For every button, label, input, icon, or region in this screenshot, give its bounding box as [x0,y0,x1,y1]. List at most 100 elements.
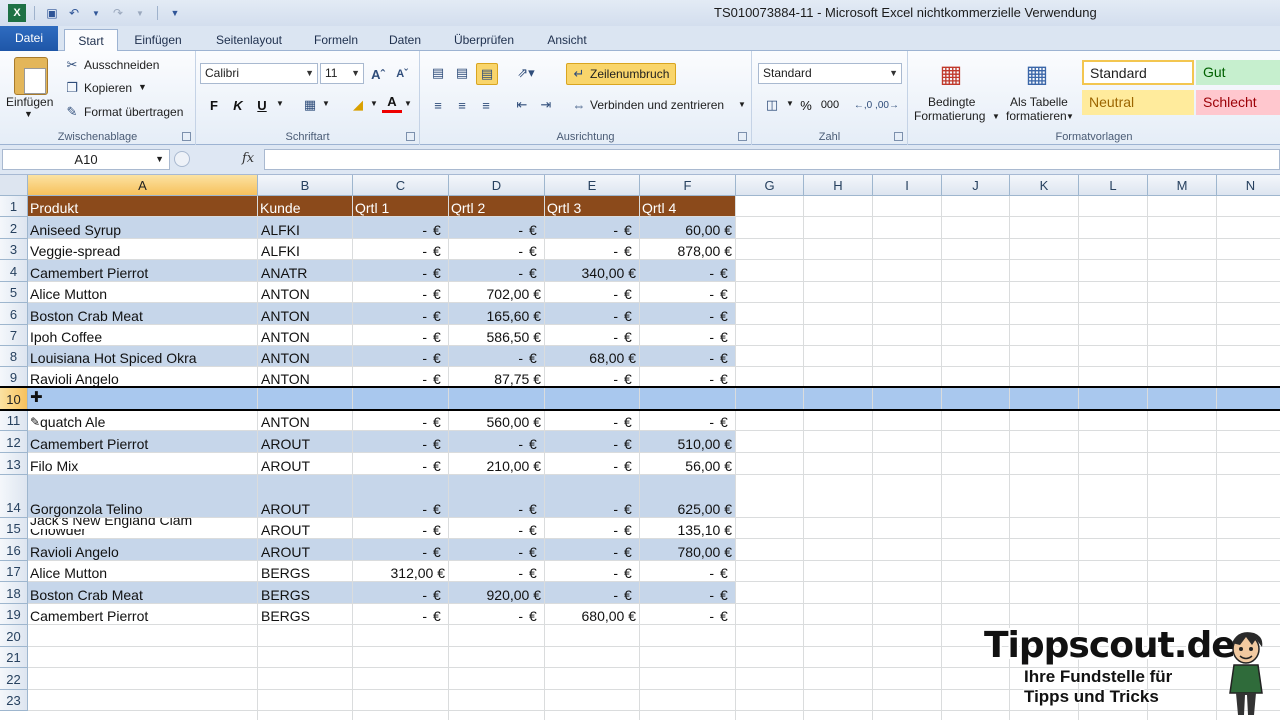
row-header-23[interactable]: 23 [0,690,28,711]
merge-center-button[interactable]: Verbinden und zentrieren [590,98,724,112]
align-top-icon[interactable]: ▤ [428,63,448,83]
cell-produkt[interactable]: Camembert Pierrot [30,604,256,625]
dropdown-icon[interactable]: ▼ [87,4,105,22]
underline-button[interactable]: U [252,95,272,115]
row-header-19[interactable]: 19 [0,604,28,625]
cell-produkt[interactable]: Jack's New England Clam [30,518,256,529]
borders-dropdown-icon[interactable]: ▼ [322,99,330,108]
cond-format-line2[interactable]: Formatierung [914,109,985,123]
cell-quarter-value[interactable]: 625,00 € [640,475,736,518]
column-header-a[interactable]: A [28,175,258,196]
column-header-g[interactable]: G [736,175,804,196]
column-header-c[interactable]: C [353,175,449,196]
cell-quarter-dash[interactable]: - [545,431,622,453]
align-left-icon[interactable]: ≡ [428,95,448,115]
column-header-d[interactable]: D [449,175,545,196]
cell-kunde[interactable]: ANTON [261,303,351,325]
column-header-i[interactable]: I [873,175,942,196]
cell-kunde[interactable]: ANTON [261,410,351,431]
table-header-cell[interactable]: Qrtl 3 [547,196,638,217]
cell-quarter-dash[interactable]: - [353,239,431,260]
cell-kunde[interactable]: AROUT [261,453,351,475]
cell-produkt[interactable]: Camembert Pierrot [30,431,256,453]
cell-quarter-dash[interactable]: - [640,282,718,303]
tab-datei[interactable]: Datei [0,26,58,51]
cell-quarter-dash[interactable]: - [449,539,527,561]
cell-quarter-dash[interactable]: - [353,410,431,431]
format-painter-button[interactable]: Format übertragen [84,105,183,119]
cell-produkt[interactable]: Alice Mutton [30,282,256,303]
row-header-12[interactable]: 12 [0,431,28,453]
cell-quarter-dash[interactable]: - [545,325,622,346]
cell-quarter-dash[interactable]: - [353,367,431,388]
cell-quarter-value[interactable]: 510,00 € [640,431,736,453]
cell-quarter-value[interactable]: 56,00 € [640,453,736,475]
font-color-dropdown-icon[interactable]: ▼ [404,99,412,108]
cell-quarter-dash[interactable]: - [353,475,431,518]
bold-button[interactable]: F [204,95,224,115]
cell-produkt[interactable]: Filo Mix [30,453,256,475]
cell-quarter-dash[interactable]: - [449,260,527,282]
increase-decimal-icon[interactable]: ←,0 [852,95,874,115]
cell-quarter-value[interactable]: 878,00 € [640,239,736,260]
column-header-b[interactable]: B [258,175,353,196]
tab-daten[interactable]: Daten [378,29,432,51]
cell-quarter-value[interactable]: 702,00 € [449,282,545,303]
cell-quarter-dash[interactable]: - [449,346,527,367]
cell-quarter-value[interactable]: 560,00 € [449,410,545,431]
cell-quarter-dash[interactable]: - [353,282,431,303]
row-header-22[interactable]: 22 [0,668,28,690]
cell-quarter-dash[interactable]: - [640,325,718,346]
decrease-decimal-icon[interactable]: ,00→ [875,95,899,115]
row-header-16[interactable]: 16 [0,539,28,561]
cell-quarter-dash[interactable]: - [353,518,431,539]
cell-quarter-value[interactable]: 210,00 € [449,453,545,475]
cell-quarter-dash[interactable]: - [545,475,622,518]
cell-quarter-value[interactable]: 920,00 € [449,582,545,604]
cell-quarter-dash[interactable]: - [640,346,718,367]
cell-produkt[interactable]: Ravioli Angelo [30,367,256,388]
cell-quarter-dash[interactable]: - [449,239,527,260]
row-header-9[interactable]: 9 [0,367,28,388]
cell-produkt[interactable]: Veggie-spread [30,239,256,260]
cell-quarter-value[interactable]: 340,00 € [545,260,640,282]
currency-icon[interactable]: ◫ [760,95,784,115]
row-header-5[interactable]: 5 [0,282,28,303]
scissors-icon[interactable]: ✂ [64,57,80,73]
cell-quarter-dash[interactable]: - [640,260,718,282]
cell-kunde[interactable]: AROUT [261,539,351,561]
column-header-l[interactable]: L [1079,175,1148,196]
tab-start[interactable]: Start [64,29,118,52]
currency-dropdown-icon[interactable]: ▼ [786,99,794,108]
grow-font-icon[interactable]: Aˆ [368,65,388,83]
cell-quarter-dash[interactable]: - [640,561,718,582]
dialog-launcher-icon[interactable] [738,132,747,141]
customize-qat-icon[interactable]: ▼ [166,4,184,22]
cell-quarter-dash[interactable]: - [640,303,718,325]
align-middle-icon[interactable]: ▤ [452,63,472,83]
select-all-corner[interactable] [0,175,28,196]
cell-quarter-value[interactable]: 780,00 € [640,539,736,561]
font-color-button[interactable]: A [382,93,402,113]
table-header-cell[interactable]: Qrtl 4 [642,196,734,217]
excel-logo-icon[interactable]: X [8,4,26,22]
cell-kunde[interactable]: BERGS [261,582,351,604]
cell-produkt[interactable]: Louisiana Hot Spiced Okra [30,346,256,367]
save-icon[interactable]: ▣ [43,4,61,22]
dialog-launcher-icon[interactable] [406,132,415,141]
as-table-line1[interactable]: Als Tabelle [1010,95,1068,109]
row-header-18[interactable]: 18 [0,582,28,604]
cell-quarter-value[interactable]: 165,60 € [449,303,545,325]
increase-indent-icon[interactable]: ⇥ [536,95,556,115]
cond-format-dropdown-icon[interactable]: ▼ [992,112,1000,121]
cell-quarter-dash[interactable]: - [353,582,431,604]
cell-quarter-dash[interactable]: - [545,282,622,303]
cell-quarter-dash[interactable]: - [353,539,431,561]
cell-quarter-dash[interactable]: - [545,367,622,388]
paste-icon[interactable] [14,57,48,95]
column-header-j[interactable]: J [942,175,1010,196]
row-header-7[interactable]: 7 [0,325,28,346]
paste-dropdown-icon[interactable]: ▼ [24,109,33,119]
style-gut[interactable]: Gut [1196,60,1280,85]
fill-color-icon[interactable]: ◢ [348,95,368,115]
